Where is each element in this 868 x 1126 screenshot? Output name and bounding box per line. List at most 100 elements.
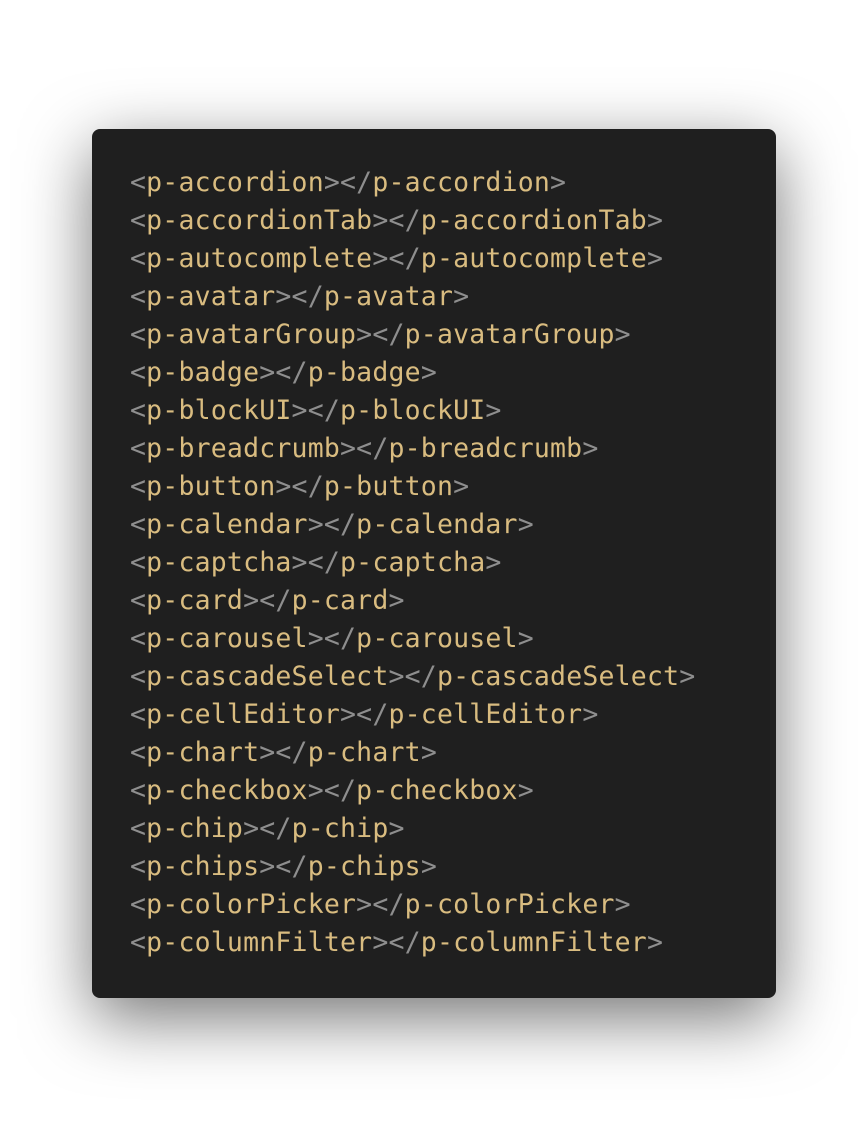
code-line: <p-blockUI></p-blockUI> [130, 392, 776, 430]
code-line: <p-checkbox></p-checkbox> [130, 772, 776, 810]
opening-tag-name: p-captcha [146, 547, 292, 578]
opening-tag-name: p-avatar [146, 281, 276, 312]
end-bracket: > [388, 585, 405, 616]
opening-tag-name: p-checkbox [146, 775, 308, 806]
end-bracket: > [453, 281, 470, 312]
opening-tag-name: p-autocomplete [146, 243, 373, 274]
open-bracket: < [130, 509, 147, 540]
opening-tag-name: p-accordion [146, 167, 324, 198]
closing-tag-name: p-carousel [356, 623, 518, 654]
closing-tag-name: p-cascadeSelect [436, 661, 680, 692]
open-bracket: < [130, 205, 147, 236]
code-line: <p-columnFilter></p-columnFilter> [130, 924, 776, 962]
code-line: <p-colorPicker></p-colorPicker> [130, 886, 776, 924]
closing-tag-name: p-breadcrumb [388, 433, 583, 464]
close-bracket: ></ [356, 889, 405, 920]
closing-tag-name: p-avatar [323, 281, 454, 312]
end-bracket: > [517, 509, 534, 540]
end-bracket: > [517, 623, 534, 654]
close-bracket: ></ [275, 471, 324, 502]
code-line: <p-cellEditor></p-cellEditor> [130, 696, 776, 734]
opening-tag-name: p-card [146, 585, 244, 616]
end-bracket: > [420, 737, 437, 768]
end-bracket: > [582, 433, 599, 464]
opening-tag-name: p-columnFilter [146, 927, 373, 958]
opening-tag-name: p-cellEditor [146, 699, 341, 730]
code-line: <p-chip></p-chip> [130, 810, 776, 848]
end-bracket: > [420, 851, 437, 882]
code-line: <p-cascadeSelect></p-cascadeSelect> [130, 658, 776, 696]
end-bracket: > [485, 547, 502, 578]
close-bracket: ></ [307, 775, 357, 806]
closing-tag-name: p-cellEditor [388, 699, 583, 730]
close-bracket: ></ [372, 927, 421, 958]
close-bracket: ></ [356, 319, 405, 350]
closing-tag-name: p-avatarGroup [404, 319, 615, 350]
end-bracket: > [420, 357, 437, 388]
closing-tag-name: p-accordion [372, 167, 551, 198]
opening-tag-name: p-accordionTab [146, 205, 373, 236]
code-line: <p-avatar></p-avatar> [130, 278, 776, 316]
code-snippet-window: <p-accordion></p-accordion> <p-accordionT… [92, 129, 776, 998]
opening-tag-name: p-blockUI [146, 395, 292, 426]
open-bracket: < [130, 281, 147, 312]
code-line: <p-chart></p-chart> [130, 734, 776, 772]
open-bracket: < [130, 737, 147, 768]
end-bracket: > [614, 889, 631, 920]
close-bracket: ></ [307, 623, 357, 654]
closing-tag-name: p-accordionTab [420, 205, 647, 236]
end-bracket: > [646, 927, 664, 958]
opening-tag-name: p-breadcrumb [146, 433, 341, 464]
code-line: <p-button></p-button> [130, 468, 776, 506]
code-line: <p-card></p-card> [130, 582, 776, 620]
close-bracket: ></ [291, 547, 341, 578]
open-bracket: < [130, 889, 147, 920]
open-bracket: < [130, 167, 147, 198]
closing-tag-name: p-autocomplete [420, 243, 647, 274]
open-bracket: < [130, 623, 147, 654]
open-bracket: < [130, 813, 147, 844]
closing-tag-name: p-badge [307, 357, 421, 388]
closing-tag-name: p-chip [291, 813, 389, 844]
close-bracket: ></ [388, 661, 437, 692]
open-bracket: < [130, 357, 147, 388]
code-line: <p-autocomplete></p-autocomplete> [130, 240, 776, 278]
opening-tag-name: p-chip [146, 813, 244, 844]
code-block: <p-accordion></p-accordion> <p-accordionT… [130, 164, 776, 962]
open-bracket: < [130, 585, 147, 616]
code-line: <p-calendar></p-calendar> [130, 506, 776, 544]
open-bracket: < [130, 699, 147, 730]
close-bracket: ></ [243, 585, 292, 616]
open-bracket: < [130, 243, 147, 274]
end-bracket: > [614, 319, 631, 350]
open-bracket: < [130, 433, 147, 464]
close-bracket: ></ [372, 243, 421, 274]
closing-tag-name: p-colorPicker [404, 889, 615, 920]
closing-tag-name: p-blockUI [340, 395, 486, 426]
close-bracket: ></ [372, 205, 421, 236]
close-bracket: ></ [259, 357, 308, 388]
code-line: <p-captcha></p-captcha> [130, 544, 776, 582]
close-bracket: ></ [275, 281, 324, 312]
opening-tag-name: p-chart [146, 737, 260, 768]
code-line: <p-avatarGroup></p-avatarGroup> [130, 316, 776, 354]
close-bracket: ></ [307, 509, 357, 540]
closing-tag-name: p-button [323, 471, 454, 502]
end-bracket: > [388, 813, 405, 844]
open-bracket: < [130, 319, 147, 350]
open-bracket: < [130, 927, 147, 958]
closing-tag-name: p-captcha [340, 547, 486, 578]
close-bracket: ></ [243, 813, 292, 844]
close-bracket: ></ [323, 167, 373, 198]
open-bracket: < [130, 851, 147, 882]
close-bracket: ></ [340, 699, 389, 730]
code-line: <p-chips></p-chips> [130, 848, 776, 886]
code-line: <p-accordionTab></p-accordionTab> [130, 202, 776, 240]
open-bracket: < [130, 547, 147, 578]
close-bracket: ></ [291, 395, 341, 426]
open-bracket: < [130, 661, 147, 692]
opening-tag-name: p-carousel [146, 623, 308, 654]
opening-tag-name: p-chips [146, 851, 260, 882]
open-bracket: < [130, 471, 147, 502]
closing-tag-name: p-columnFilter [420, 927, 647, 958]
